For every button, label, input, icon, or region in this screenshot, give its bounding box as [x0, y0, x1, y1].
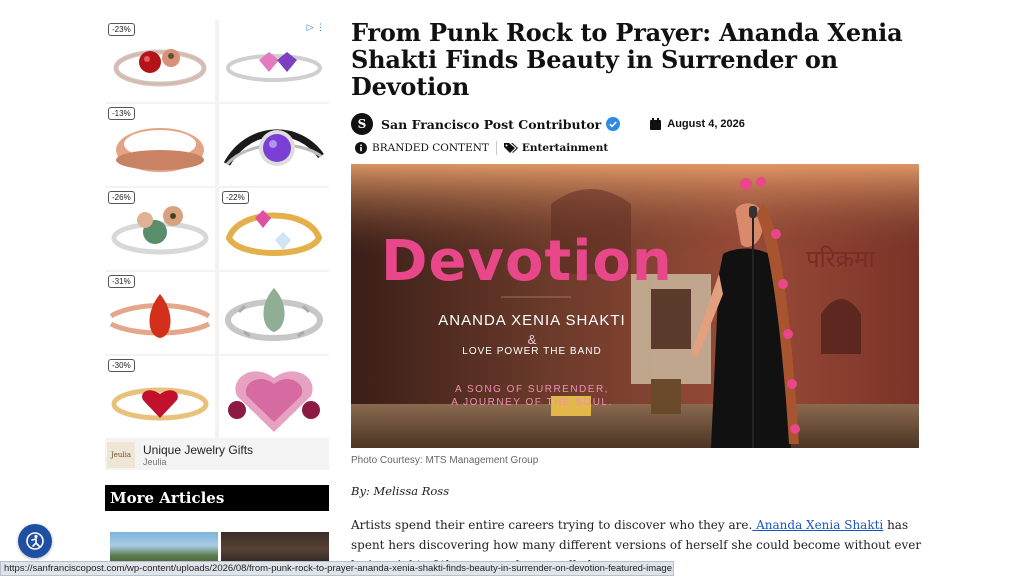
article-title: From Punk Rock to Prayer: Ananda Xenia S… [351, 18, 903, 101]
author-avatar[interactable]: S [351, 113, 373, 135]
discount-badge: -26% [108, 191, 135, 204]
artist-link[interactable]: Ananda Xenia Shakti [752, 518, 883, 532]
ring-image [223, 129, 324, 166]
ad-product-tile[interactable]: -23% [105, 20, 215, 102]
brand-logo: Jeulia [107, 442, 135, 468]
tags-icon [503, 143, 518, 153]
author-row: S San Francisco Post Contributor August … [351, 112, 745, 136]
more-articles-heading: More Articles [105, 485, 329, 511]
ring-image [219, 356, 329, 438]
adchoices-icon[interactable]: ▷ ⋮ [307, 22, 325, 33]
ad-advertiser: Jeulia [143, 456, 167, 467]
meta-divider [495, 141, 497, 155]
ad-product-tile[interactable]: -30% [105, 356, 215, 438]
ad-headline[interactable]: Unique Jewelry Gifts [143, 443, 253, 457]
hero-wall-sign: परिक्रमा [806, 245, 875, 273]
hero-band: LOVE POWER THE BAND [462, 346, 602, 357]
image-caption: Photo Courtesy: MTS Management Group [351, 455, 539, 466]
ad-product-tile[interactable]: -31% [105, 272, 215, 354]
article-meta-row: BRANDED CONTENT Entertainment [355, 139, 608, 157]
branded-content-label: BRANDED CONTENT [372, 142, 489, 154]
featured-image[interactable]: Devotion ANANDA XENIA SHAKTI & LOVE POWE… [351, 164, 919, 448]
publish-date: August 4, 2026 [667, 118, 745, 130]
discount-badge: -13% [108, 107, 135, 120]
accessibility-icon [26, 532, 44, 550]
ad-product-tile[interactable]: -26% [105, 188, 215, 270]
discount-badge: -23% [108, 23, 135, 36]
ad-product-tile[interactable] [219, 356, 329, 438]
hero-title: Devotion [381, 229, 673, 294]
hero-tagline-line2: A JOURNEY OF THE SOUL. [451, 397, 613, 408]
hero-tagline-line1: A SONG OF SURRENDER, [455, 384, 609, 395]
ring-image [225, 288, 323, 341]
discount-badge: -22% [222, 191, 249, 204]
link-status-bar: https://sanfranciscopost.com/wp-content/… [0, 561, 674, 576]
more-articles-thumbnails [105, 526, 329, 566]
ad-product-tile[interactable]: -13% [105, 104, 215, 186]
ad-product-tile[interactable] [219, 272, 329, 354]
discount-badge: -30% [108, 359, 135, 372]
calendar-icon [650, 118, 662, 130]
ad-product-tile[interactable] [219, 104, 329, 186]
hero-artist: ANANDA XENIA SHAKTI [438, 312, 626, 329]
author-name[interactable]: San Francisco Post Contributor [381, 117, 601, 132]
brand-text: Unique Jewelry Gifts Jeulia [143, 443, 253, 468]
hero-ampersand: & [527, 332, 537, 347]
accessibility-button[interactable] [18, 524, 52, 558]
category-link[interactable]: Entertainment [522, 142, 608, 154]
ad-product-tile[interactable]: ▷ ⋮ [219, 20, 329, 102]
discount-badge: -31% [108, 275, 135, 288]
ad-product-tile[interactable]: -22% [219, 188, 329, 270]
body-text-start: Artists spend their entire careers tryin… [351, 518, 753, 532]
jewelry-ad[interactable]: -23% ▷ ⋮ -13% -26% -22% -31% -30% Jeulia… [105, 20, 329, 470]
ad-brand-row[interactable]: Jeulia Unique Jewelry Gifts Jeulia [105, 440, 329, 470]
article-byline: By: Melissa Ross [351, 484, 450, 498]
ad-product-grid: -23% ▷ ⋮ -13% -26% -22% -31% -30% [105, 20, 329, 438]
info-icon [355, 142, 367, 154]
verified-icon [606, 117, 621, 131]
